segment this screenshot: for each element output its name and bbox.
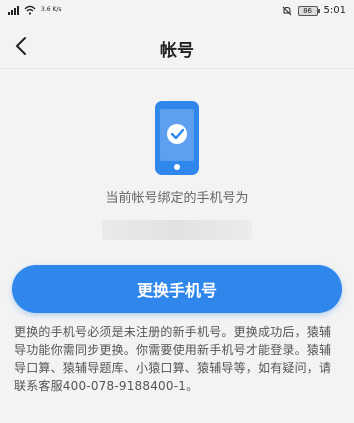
net-speed: 3.6 K/s: [41, 6, 62, 13]
phone-illustration: [0, 69, 354, 175]
status-bar: 3.6 K/s 86 5:01: [0, 0, 354, 24]
mute-bell-icon: [282, 6, 291, 15]
change-phone-button[interactable]: 更换手机号: [12, 265, 342, 313]
wifi-icon: [24, 5, 36, 15]
status-right: 86 5:01: [282, 5, 346, 16]
page-title: 帐号: [160, 41, 194, 61]
main-content: 当前帐号绑定的手机号为 更换手机号 更换的手机号必须是未注册的新手机号。更换成功…: [0, 69, 354, 395]
clock: 5:01: [323, 5, 346, 16]
nav-bar: 帐号: [0, 24, 354, 69]
change-phone-notice: 更换的手机号必须是未注册的新手机号。更换成功后，猿辅导功能你需同步更换。你需要使…: [14, 325, 332, 393]
status-left: 3.6 K/s: [8, 5, 62, 15]
phone-check-icon: [155, 101, 199, 175]
battery-icon: 86: [297, 5, 320, 16]
bound-phone-prompt: 当前帐号绑定的手机号为: [105, 191, 249, 206]
bound-phone-number: [102, 220, 252, 240]
signal-icon: [8, 5, 19, 15]
